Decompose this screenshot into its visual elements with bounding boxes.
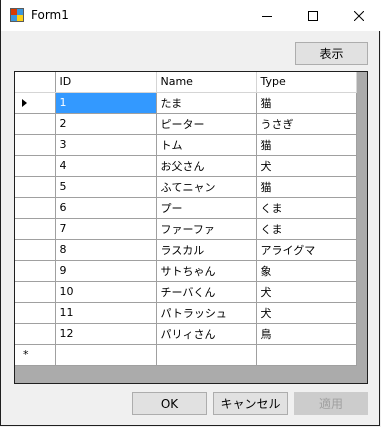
cell-name[interactable]: ピーター — [156, 113, 257, 135]
cell-type[interactable]: アライグマ — [256, 239, 357, 261]
maximize-icon — [308, 10, 318, 21]
apply-button[interactable]: 適用 — [294, 392, 368, 415]
cell-type[interactable]: うさぎ — [256, 113, 357, 135]
cell-name[interactable]: お父さん — [156, 155, 257, 177]
close-icon — [354, 10, 364, 21]
cell-id[interactable]: 10 — [55, 281, 157, 303]
header-corner[interactable] — [15, 72, 56, 93]
minimize-button[interactable] — [244, 0, 290, 31]
cell-id[interactable]: 9 — [55, 260, 157, 282]
cell-name[interactable]: ラスカル — [156, 239, 257, 261]
row-header[interactable] — [15, 323, 56, 345]
row-header[interactable] — [15, 176, 56, 198]
table-row: 7 ファーファ くま — [15, 218, 357, 240]
table-row: 6 プー くま — [15, 197, 357, 219]
title-bar[interactable]: Form1 — [1, 0, 381, 31]
cell-type[interactable]: くま — [256, 197, 357, 219]
row-header[interactable] — [15, 239, 56, 261]
row-header[interactable] — [15, 218, 56, 240]
data-grid[interactable]: ID Name Type 1 たま 猫 2 ピーター うさぎ 3 トム 猫 4 … — [14, 71, 368, 384]
row-header[interactable] — [15, 155, 56, 177]
header-row: ID Name Type — [15, 72, 357, 93]
maximize-button[interactable] — [290, 0, 336, 31]
cell-id[interactable]: 7 — [55, 218, 157, 240]
table-row: 8 ラスカル アライグマ — [15, 239, 357, 261]
minimize-icon — [262, 15, 272, 17]
table-row: 2 ピーター うさぎ — [15, 113, 357, 135]
cell-id[interactable]: 2 — [55, 113, 157, 135]
cell-id[interactable]: 11 — [55, 302, 157, 324]
cell-name[interactable]: ふてニャン — [156, 176, 257, 198]
row-header[interactable] — [15, 302, 56, 324]
cell-id[interactable]: 5 — [55, 176, 157, 198]
column-header-type[interactable]: Type — [256, 72, 357, 93]
new-cell-id[interactable] — [55, 344, 157, 366]
close-button[interactable] — [336, 0, 381, 31]
row-header[interactable] — [15, 260, 56, 282]
cell-type[interactable]: 猫 — [256, 134, 357, 156]
table-row: 3 トム 猫 — [15, 134, 357, 156]
cell-type[interactable]: 鳥 — [256, 323, 357, 345]
table-row: 10 チーバくん 犬 — [15, 281, 357, 303]
cell-name[interactable]: トム — [156, 134, 257, 156]
new-row-header[interactable]: * — [15, 344, 56, 366]
cell-id[interactable]: 8 — [55, 239, 157, 261]
cell-type[interactable]: 猫 — [256, 92, 357, 114]
cell-type[interactable]: 象 — [256, 260, 357, 282]
cell-name[interactable]: たま — [156, 92, 257, 114]
table-row: 11 パトラッシュ 犬 — [15, 302, 357, 324]
cell-name[interactable]: パトラッシュ — [156, 302, 257, 324]
cell-name[interactable]: サトちゃん — [156, 260, 257, 282]
grid-table: ID Name Type 1 たま 猫 2 ピーター うさぎ 3 トム 猫 4 … — [15, 72, 357, 366]
cell-name[interactable]: ファーファ — [156, 218, 257, 240]
new-row-marker: * — [23, 347, 29, 361]
cell-id[interactable]: 6 — [55, 197, 157, 219]
table-row: 1 たま 猫 — [15, 92, 357, 114]
window-title: Form1 — [31, 8, 69, 22]
cell-id[interactable]: 4 — [55, 155, 157, 177]
new-cell-name[interactable] — [156, 344, 257, 366]
form-app-icon — [10, 8, 24, 22]
row-header[interactable] — [15, 92, 56, 114]
cancel-button[interactable]: キャンセル — [213, 392, 288, 415]
new-row: * — [15, 344, 357, 366]
cell-id[interactable]: 3 — [55, 134, 157, 156]
cell-type[interactable]: くま — [256, 218, 357, 240]
cell-type[interactable]: 犬 — [256, 155, 357, 177]
new-cell-type[interactable] — [256, 344, 357, 366]
cell-name[interactable]: チーバくん — [156, 281, 257, 303]
row-header[interactable] — [15, 197, 56, 219]
cell-type[interactable]: 犬 — [256, 302, 357, 324]
cell-name[interactable]: パリィさん — [156, 323, 257, 345]
cell-id[interactable]: 12 — [55, 323, 157, 345]
table-row: 12 パリィさん 鳥 — [15, 323, 357, 345]
row-header[interactable] — [15, 134, 56, 156]
cell-id[interactable]: 1 — [55, 92, 157, 114]
cell-name[interactable]: プー — [156, 197, 257, 219]
table-row: 9 サトちゃん 象 — [15, 260, 357, 282]
show-button[interactable]: 表示 — [295, 42, 368, 65]
row-header[interactable] — [15, 281, 56, 303]
form-window: Form1 表示 ID Name Type 1 たま 猫 2 ピーター うさぎ … — [0, 0, 381, 426]
table-row: 5 ふてニャン 猫 — [15, 176, 357, 198]
table-row: 4 お父さん 犬 — [15, 155, 357, 177]
column-header-id[interactable]: ID — [55, 72, 157, 93]
cell-type[interactable]: 犬 — [256, 281, 357, 303]
row-header[interactable] — [15, 113, 56, 135]
column-header-name[interactable]: Name — [156, 72, 257, 93]
cell-type[interactable]: 猫 — [256, 176, 357, 198]
ok-button[interactable]: OK — [132, 392, 207, 415]
row-indicator-arrow-icon — [22, 98, 27, 107]
